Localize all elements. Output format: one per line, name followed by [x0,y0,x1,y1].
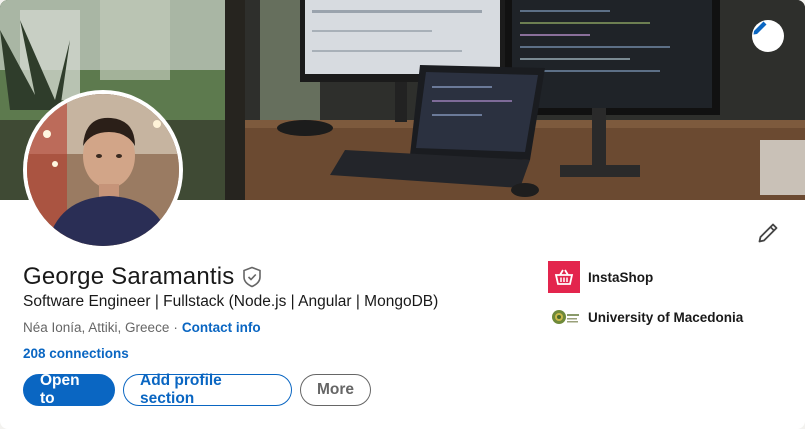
edit-intro-button[interactable] [754,219,782,247]
open-to-button[interactable]: Open to [23,372,115,407]
profile-actions: Open to Add profile section More [23,372,371,407]
basket-icon [548,261,580,293]
profile-photo-frame [23,90,183,250]
connections-link[interactable]: 208 connections [23,346,129,361]
add-profile-section-button[interactable]: Add profile section [123,372,292,407]
profile-photo[interactable] [27,94,179,246]
university-seal-icon [548,301,580,333]
pencil-icon [758,223,778,243]
location-row: Néa Ionía, Attiki, Greece · Contact info [23,320,261,335]
separator-dot: · [173,320,178,335]
edit-banner-button[interactable] [752,20,784,52]
verified-shield-icon[interactable] [242,266,262,288]
profile-name: George Saramantis [23,263,235,290]
pencil-icon [753,21,767,35]
more-button[interactable]: More [300,374,371,406]
name-row: George Saramantis [23,263,262,291]
avatar-image [27,94,179,246]
education-item-university[interactable]: University of Macedonia [548,301,743,333]
profile-card: George Saramantis Software Engineer | Fu… [0,0,805,429]
profile-headline: Software Engineer | Fullstack (Node.js |… [23,293,439,310]
profile-location: Néa Ionía, Attiki, Greece [23,320,170,335]
contact-info-link[interactable]: Contact info [182,320,261,335]
experience-item-instashop[interactable]: InstaShop [548,261,653,293]
education-name: University of Macedonia [588,309,744,325]
experience-name: InstaShop [588,269,654,285]
